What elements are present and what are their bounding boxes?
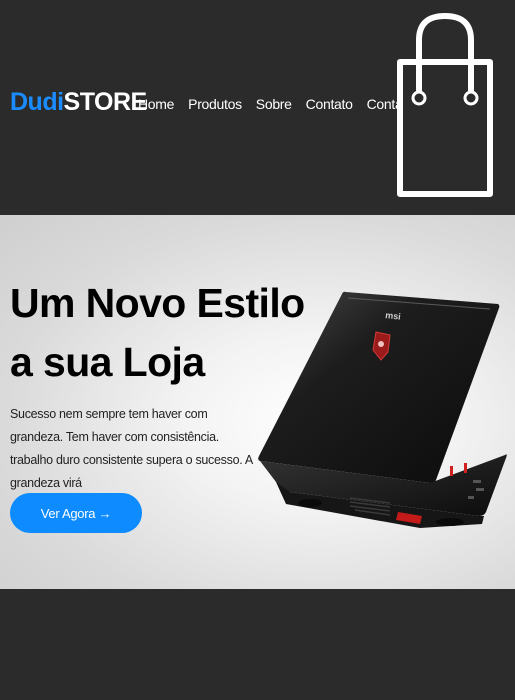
nav-link-sobre[interactable]: Sobre [256, 96, 292, 112]
main-nav: Home Produtos Sobre Contato Conta [138, 96, 403, 112]
brand-logo-part1: Dudi [10, 88, 64, 116]
hero-section: Um Novo Estilo a sua Loja Sucesso nem se… [0, 215, 515, 589]
shopping-bag-icon[interactable] [395, 10, 495, 198]
gaming-laptop-image: msi [258, 291, 507, 528]
brand-logo[interactable]: DudiSTORE [10, 88, 147, 117]
nav-link-home[interactable]: Home [138, 96, 174, 112]
hero-title-line2: a sua Loja [10, 339, 205, 385]
ver-agora-button[interactable]: Ver Agora → [10, 493, 142, 533]
svg-text:msi: msi [385, 310, 401, 322]
nav-link-contato[interactable]: Contato [306, 96, 353, 112]
site-header: DudiSTORE Home Produtos Sobre Contato Co… [0, 0, 515, 215]
brand-logo-part2: STORE [63, 88, 148, 116]
hero-description: Sucesso nem sempre tem haver com grandez… [10, 407, 253, 490]
page-footer [0, 589, 515, 700]
nav-link-produtos[interactable]: Produtos [188, 96, 242, 112]
